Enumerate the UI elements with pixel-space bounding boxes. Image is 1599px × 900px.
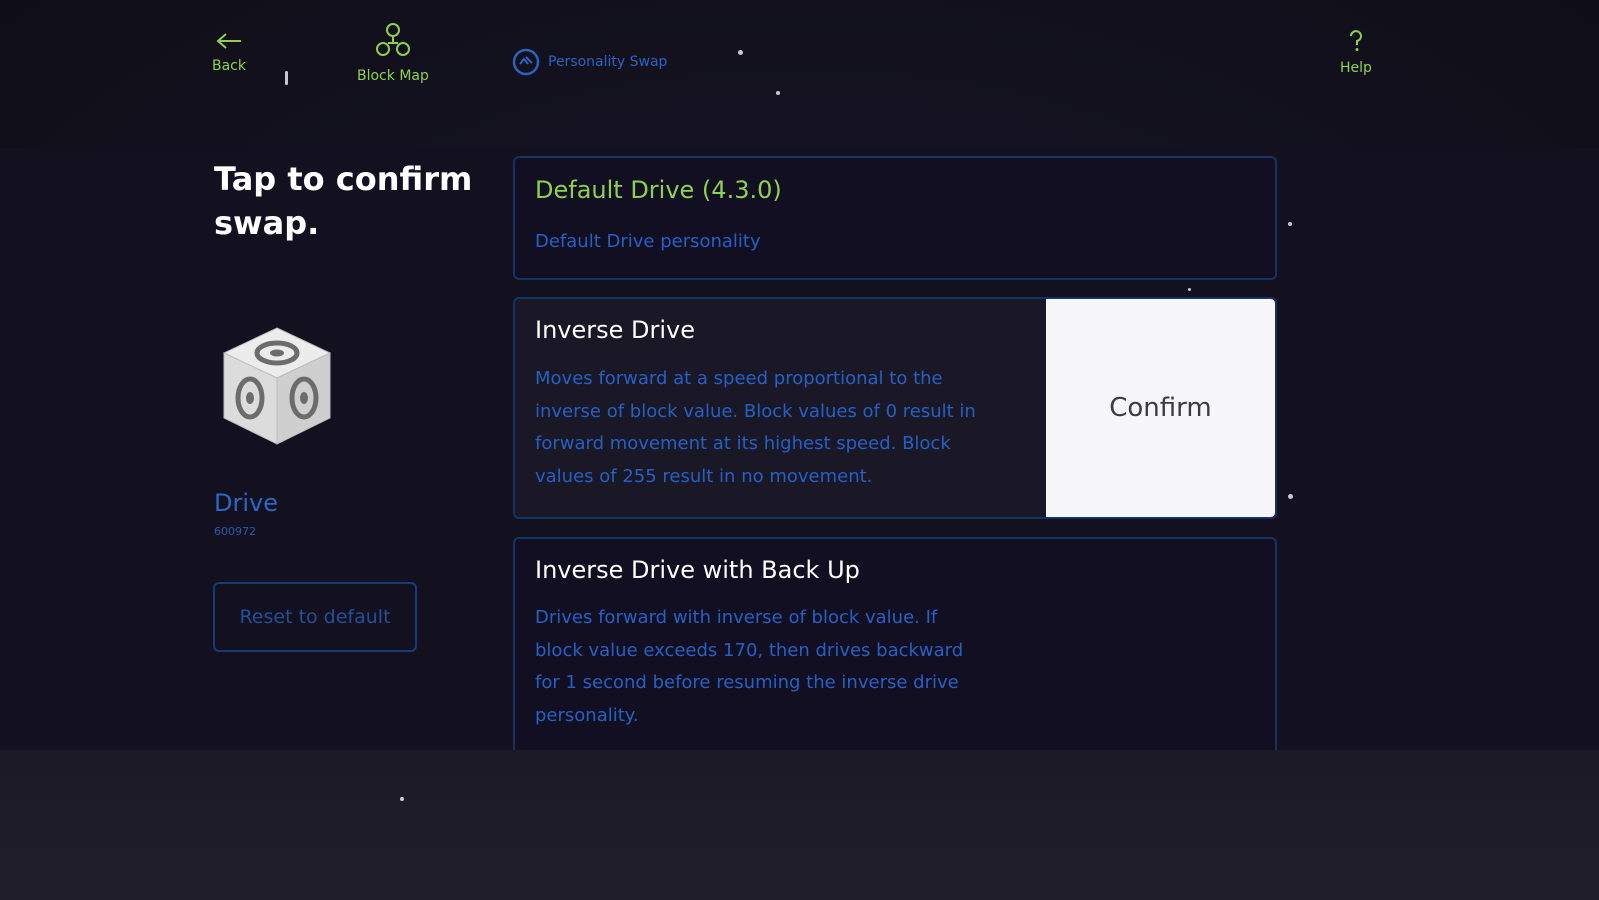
personality-swap-tab[interactable]: Personality Swap: [512, 48, 667, 76]
star-decoration: [1188, 288, 1191, 291]
block-map-label: Block Map: [357, 68, 429, 84]
personality-swap-label: Personality Swap: [548, 54, 668, 70]
personality-swap-icon: [512, 48, 540, 76]
personality-card-default[interactable]: Default Drive (4.3.0) Default Drive pers…: [513, 156, 1277, 280]
star-decoration: [1288, 494, 1293, 499]
personality-title: Inverse Drive with Back Up: [535, 556, 860, 584]
personality-title: Inverse Drive: [535, 316, 696, 344]
personality-description: Drives forward with inverse of block val…: [535, 607, 964, 726]
block-id: 600972: [214, 525, 256, 538]
personality-card-inverse-drive-back-up[interactable]: Inverse Drive with Back Up Drives forwar…: [513, 537, 1277, 750]
personality-card-inverse-drive[interactable]: Inverse Drive Moves forward at a speed p…: [513, 297, 1277, 519]
drive-cube-icon: [222, 327, 332, 445]
star-decoration: [776, 91, 780, 95]
block-name: Drive: [214, 489, 278, 517]
block-map-icon: [375, 23, 410, 56]
star-decoration: [1288, 222, 1292, 226]
confirm-button[interactable]: Confirm: [1046, 299, 1275, 517]
block-map-button[interactable]: Block Map: [357, 22, 429, 84]
personality-description: Default Drive personality: [535, 231, 761, 252]
star-decoration: [738, 50, 743, 55]
star-decoration: [400, 797, 404, 801]
page-title: Tap to confirm swap.: [214, 160, 473, 242]
back-label: Back: [212, 58, 246, 74]
reset-to-default-button[interactable]: Reset to default: [213, 582, 417, 652]
personality-description: Moves forward at a speed proportional to…: [535, 368, 976, 487]
help-button[interactable]: Help: [1340, 30, 1372, 76]
help-label: Help: [1340, 60, 1372, 76]
back-button[interactable]: Back: [212, 32, 246, 74]
star-decoration: [285, 71, 288, 85]
personality-title: Default Drive (4.3.0): [535, 176, 782, 204]
bottom-area: [0, 750, 1599, 900]
help-icon: [1349, 30, 1362, 51]
arrow-left-icon: [216, 33, 241, 49]
